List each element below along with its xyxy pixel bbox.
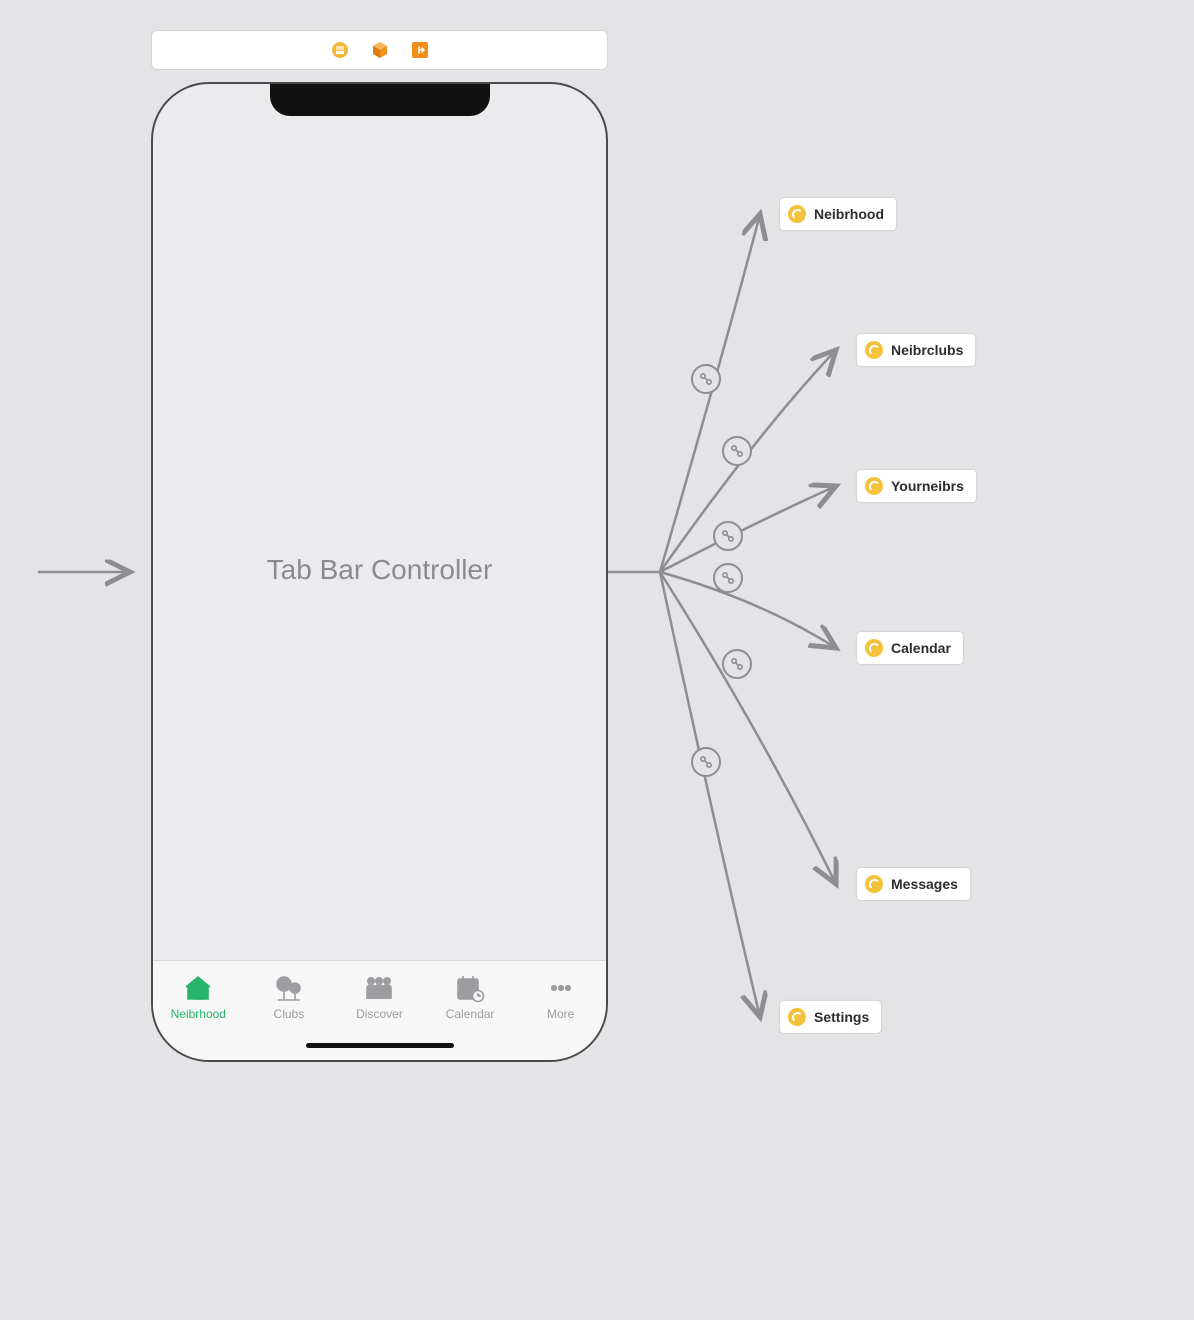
more-icon xyxy=(546,971,576,1005)
destination-label: Calendar xyxy=(891,640,951,656)
device-frame[interactable]: Tab Bar Controller Neibrhood xyxy=(151,82,608,1062)
segue-node[interactable] xyxy=(691,747,721,777)
destination-label: Neibrhood xyxy=(814,206,884,222)
calendar-icon xyxy=(454,971,486,1005)
tree-icon xyxy=(273,971,305,1005)
segue-node[interactable] xyxy=(713,563,743,593)
viewcontroller-icon xyxy=(865,639,883,657)
controller-title: Tab Bar Controller xyxy=(153,554,606,586)
segue-node[interactable] xyxy=(722,436,752,466)
destination-label: Settings xyxy=(814,1009,869,1025)
tab-label: Clubs xyxy=(274,1007,305,1021)
destination-label: Neibrclubs xyxy=(891,342,963,358)
destination-label: Yourneibrs xyxy=(891,478,964,494)
device-notch xyxy=(270,82,490,116)
viewcontroller-icon xyxy=(788,1008,806,1026)
scene-toolbar xyxy=(151,30,608,70)
people-icon xyxy=(362,971,396,1005)
tab-label: More xyxy=(547,1007,574,1021)
destination-settings[interactable]: Settings xyxy=(779,1000,882,1034)
tab-label: Discover xyxy=(356,1007,403,1021)
viewcontroller-icon xyxy=(865,875,883,893)
destination-neibrhood[interactable]: Neibrhood xyxy=(779,197,897,231)
tab-neibrhood[interactable]: Neibrhood xyxy=(153,971,244,1021)
viewcontroller-icon xyxy=(865,341,883,359)
segue-node[interactable] xyxy=(722,649,752,679)
destination-neibrclubs[interactable]: Neibrclubs xyxy=(856,333,976,367)
viewcontroller-icon xyxy=(865,477,883,495)
tab-label: Neibrhood xyxy=(171,1007,226,1021)
segue-node[interactable] xyxy=(713,521,743,551)
tab-label: Calendar xyxy=(446,1007,495,1021)
controller-icon[interactable] xyxy=(331,41,349,59)
destination-calendar[interactable]: Calendar xyxy=(856,631,964,665)
segue-node[interactable] xyxy=(691,364,721,394)
tab-clubs[interactable]: Clubs xyxy=(244,971,335,1021)
destination-yourneibrs[interactable]: Yourneibrs xyxy=(856,469,977,503)
exit-icon[interactable] xyxy=(411,41,429,59)
house-icon xyxy=(182,971,214,1005)
home-indicator xyxy=(306,1043,454,1048)
destination-label: Messages xyxy=(891,876,958,892)
tab-calendar[interactable]: Calendar xyxy=(425,971,516,1021)
tab-discover[interactable]: Discover xyxy=(334,971,425,1021)
destination-messages[interactable]: Messages xyxy=(856,867,971,901)
viewcontroller-icon xyxy=(788,205,806,223)
storyboard-canvas[interactable]: Tab Bar Controller Neibrhood xyxy=(0,0,1194,1320)
tab-more[interactable]: More xyxy=(515,971,606,1021)
first-responder-icon[interactable] xyxy=(371,41,389,59)
